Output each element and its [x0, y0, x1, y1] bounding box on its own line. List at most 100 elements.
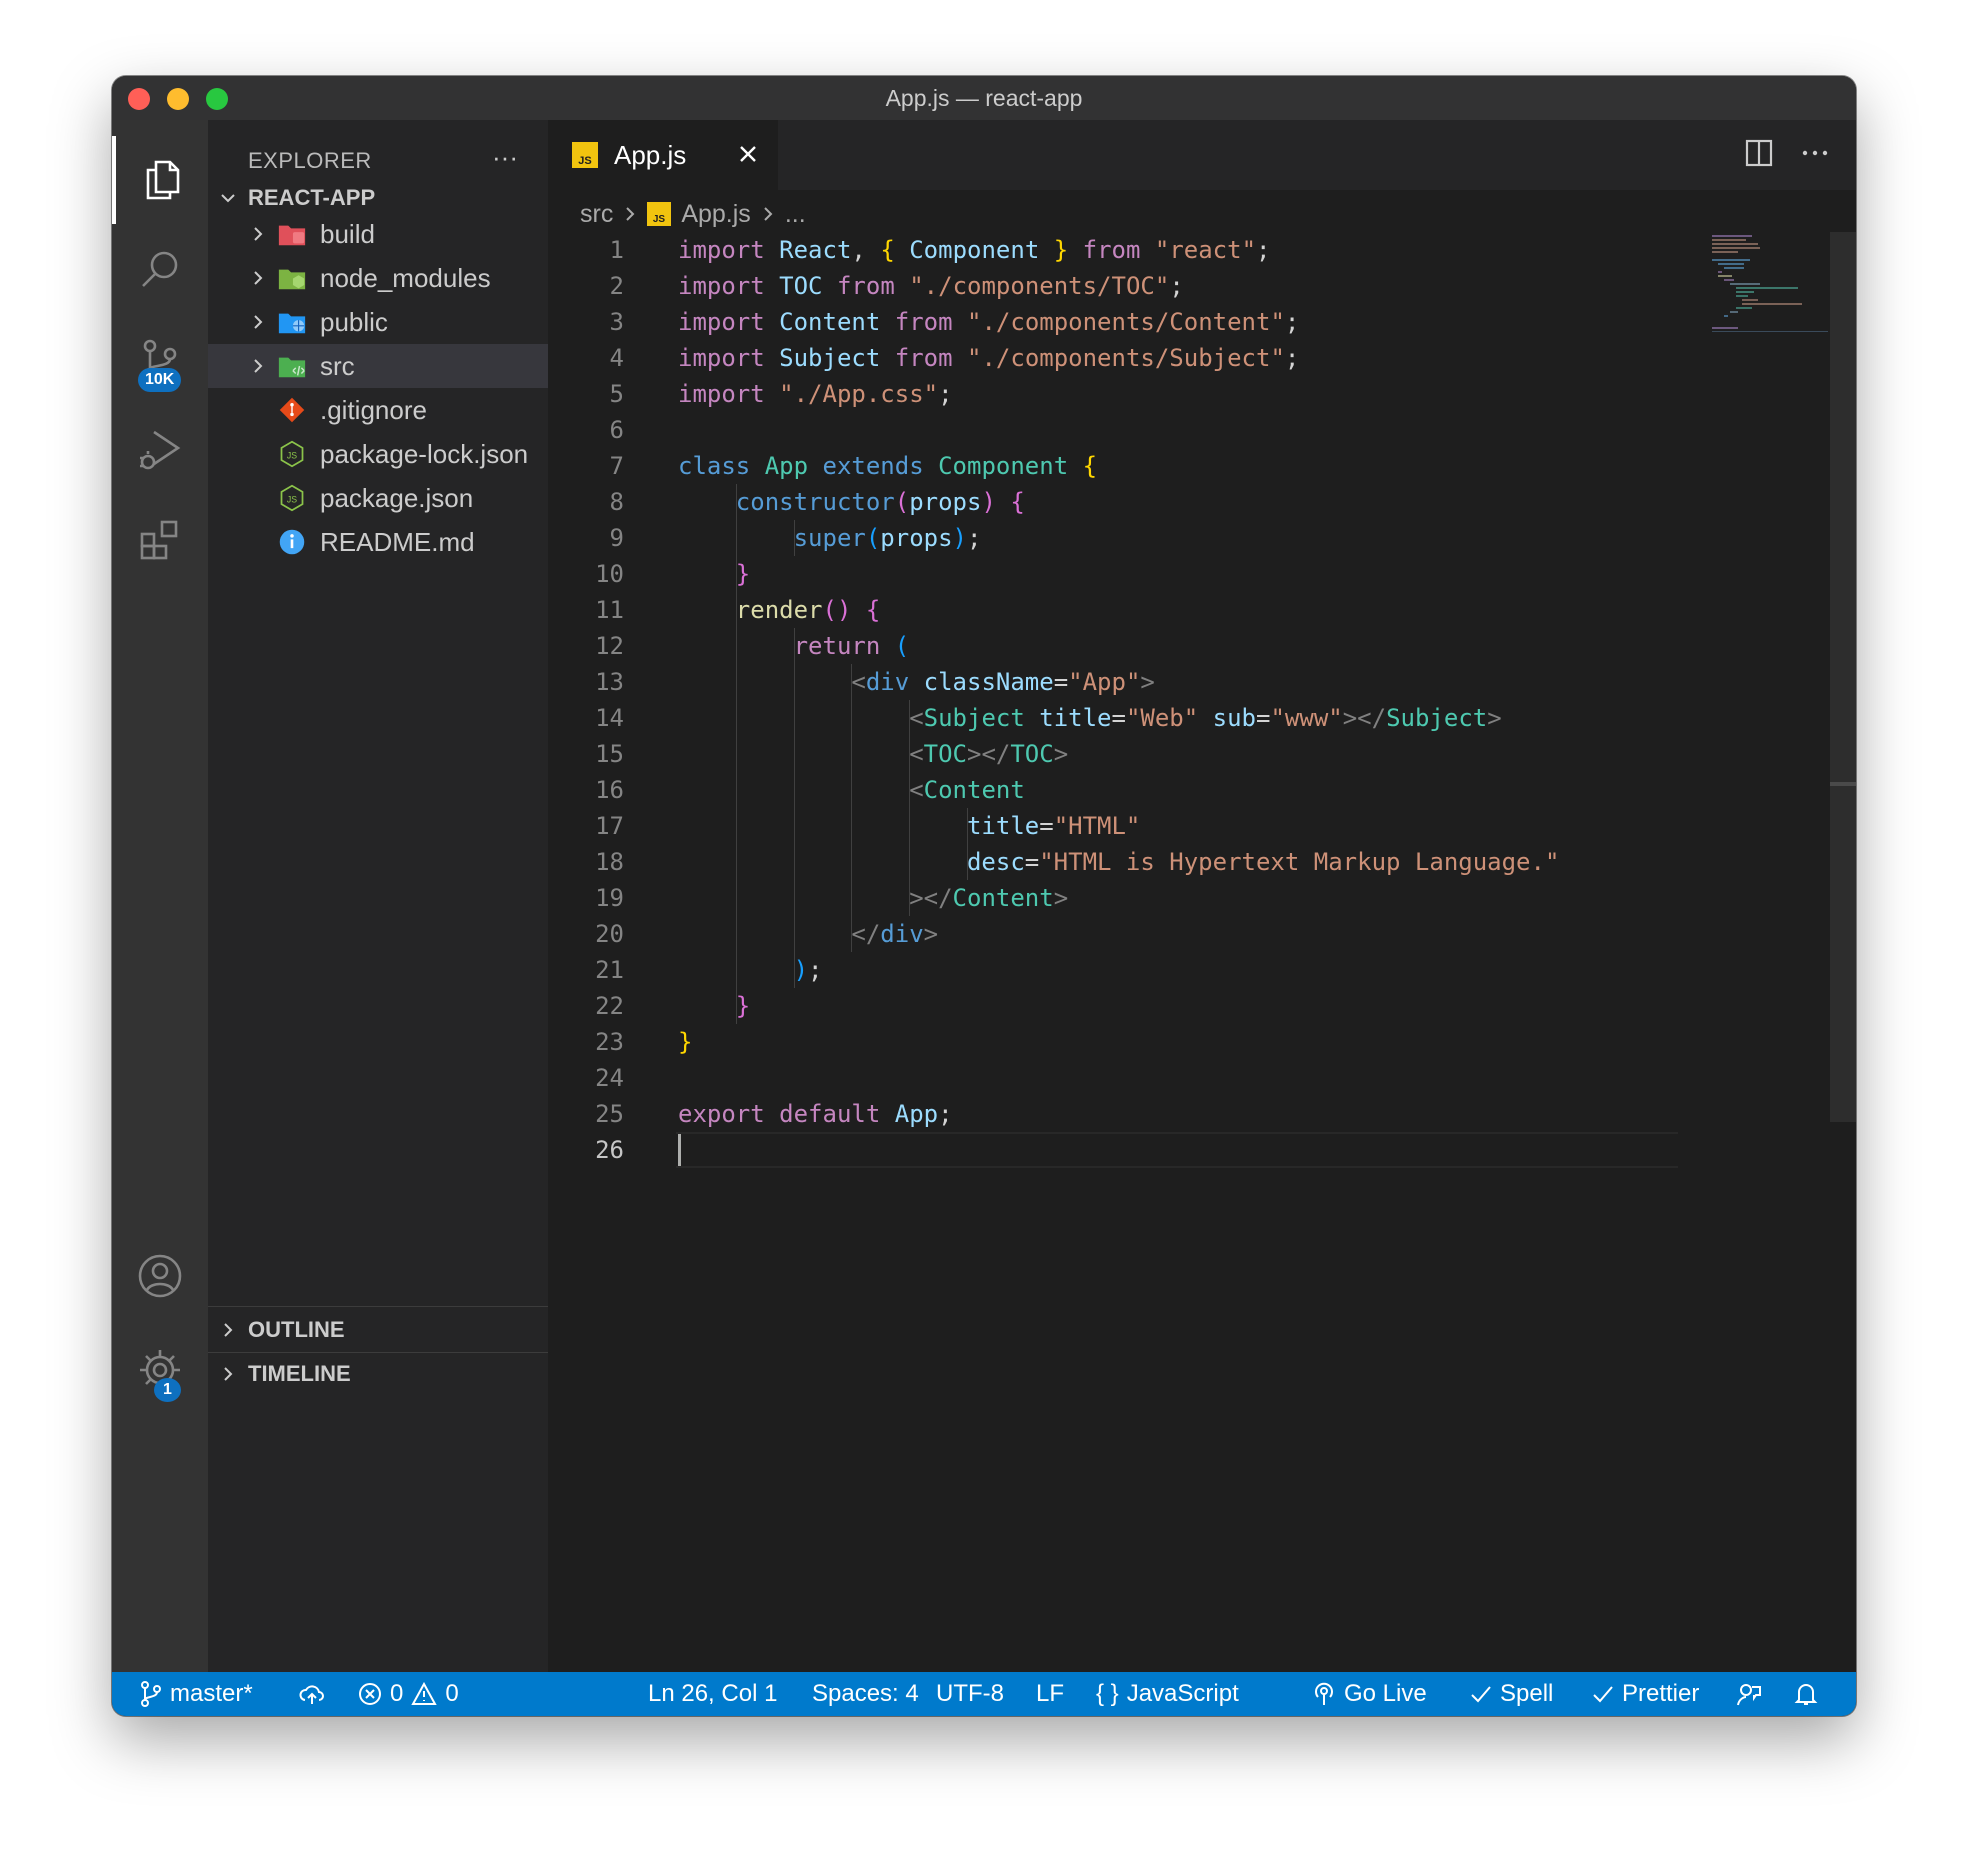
chevron-right-icon [219, 1365, 237, 1383]
line-number: 20 [548, 916, 624, 952]
code-line: import React, { Component } from "react"… [678, 232, 1270, 268]
code-line: export default App; [678, 1096, 953, 1132]
divider [208, 1306, 548, 1307]
accounts-activity-button[interactable] [112, 1232, 208, 1320]
tab-label: App.js [614, 140, 686, 171]
code-line: } [678, 556, 750, 592]
line-number: 18 [548, 844, 624, 880]
files-icon [138, 156, 186, 204]
chevron-right-icon [219, 1321, 237, 1339]
spell-label: Spell [1500, 1680, 1553, 1708]
explorer-more-actions-button[interactable]: ··· [492, 142, 518, 173]
minimap[interactable] [1712, 232, 1828, 332]
code-line: </div> [678, 916, 938, 952]
svg-text:JS: JS [287, 494, 297, 504]
code-line: import Content from "./components/Conten… [678, 304, 1299, 340]
encoding-status[interactable]: UTF-8 [936, 1672, 1004, 1716]
breadcrumb-file[interactable]: App.js [681, 200, 750, 229]
tree-item[interactable]: node_modules [208, 256, 548, 300]
run-debug-activity-button[interactable] [112, 406, 208, 494]
sync-status[interactable] [298, 1672, 326, 1716]
eol-status[interactable]: LF [1036, 1672, 1064, 1716]
minimize-window-button[interactable] [167, 88, 189, 110]
timeline-section[interactable]: TIMELINE [208, 1352, 548, 1396]
go-live-status[interactable]: Go Live [1312, 1672, 1427, 1716]
error-count: 0 [390, 1680, 403, 1708]
line-number: 3 [548, 304, 624, 340]
close-tab-button[interactable] [732, 138, 764, 170]
tree-item-label: README.md [320, 527, 475, 558]
tree-item-label: build [320, 219, 375, 250]
window-controls [128, 88, 228, 110]
line-number: 16 [548, 772, 624, 808]
search-activity-button[interactable] [112, 226, 208, 314]
git-branch-icon [140, 1681, 162, 1707]
tree-item[interactable]: .gitignore [208, 388, 548, 432]
chevron-right-icon [248, 357, 268, 375]
line-number: 21 [548, 952, 624, 988]
code-line: } [678, 1024, 692, 1060]
line-number: 9 [548, 520, 624, 556]
code-line: constructor(props) { [678, 484, 1025, 520]
tree-item[interactable]: JSpackage-lock.json [208, 432, 548, 476]
source-control-activity-button[interactable]: 10K [112, 316, 208, 404]
tree-item[interactable]: public [208, 300, 548, 344]
line-number: 10 [548, 556, 624, 592]
scm-count-badge: 10K [138, 368, 181, 392]
indentation-status[interactable]: Spaces: 4 [812, 1672, 919, 1716]
git-icon [276, 394, 308, 426]
line-number: 15 [548, 736, 624, 772]
zoom-window-button[interactable] [206, 88, 228, 110]
warning-count: 0 [445, 1680, 458, 1708]
tab-bar: JS App.js [548, 120, 1856, 190]
problems-status[interactable]: 0 0 [358, 1672, 459, 1716]
code-line: <Subject title="Web" sub="www"></Subject… [678, 700, 1502, 736]
line-number: 14 [548, 700, 624, 736]
split-editor-icon[interactable] [1744, 138, 1774, 168]
branch-label: master* [170, 1680, 253, 1708]
tree-item[interactable]: src [208, 344, 548, 388]
window-title: App.js — react-app [886, 85, 1083, 112]
javascript-file-icon: JS [572, 142, 598, 168]
warning-icon [411, 1682, 437, 1706]
tree-item[interactable]: README.md [208, 520, 548, 564]
scrollbar-marker [1830, 782, 1856, 786]
feedback-status[interactable] [1736, 1672, 1762, 1716]
language-status[interactable]: { } JavaScript [1096, 1672, 1239, 1716]
manage-activity-button[interactable]: 1 [112, 1326, 208, 1414]
check-icon [1470, 1683, 1492, 1705]
line-number: 7 [548, 448, 624, 484]
tree-item-label: package-lock.json [320, 439, 528, 470]
bell-icon [1794, 1681, 1818, 1707]
line-number: 5 [548, 376, 624, 412]
code-line: <Content [678, 772, 1025, 808]
cursor-position-status[interactable]: Ln 26, Col 1 [648, 1672, 777, 1716]
workspace-root-label: REACT-APP [248, 185, 375, 211]
explorer-activity-button[interactable] [112, 136, 208, 224]
folder-src-icon [276, 350, 308, 382]
tree-item[interactable]: JSpackage.json [208, 476, 548, 520]
spell-status[interactable]: Spell [1470, 1672, 1553, 1716]
tab-app-js[interactable]: JS App.js [548, 120, 778, 190]
text-cursor [678, 1134, 681, 1166]
breadcrumb-folder[interactable]: src [580, 200, 613, 229]
editor-actions [1744, 138, 1830, 168]
notifications-status[interactable] [1794, 1672, 1818, 1716]
search-icon [136, 246, 184, 294]
code-line: class App extends Component { [678, 448, 1097, 484]
tree-item-label: src [320, 351, 355, 382]
breadcrumb-symbols[interactable]: ... [785, 200, 806, 229]
folder-node-icon [276, 262, 308, 294]
vertical-scrollbar[interactable] [1830, 232, 1856, 1122]
settings-update-badge: 1 [154, 1378, 181, 1402]
explorer-header: EXPLORER [248, 148, 372, 174]
prettier-status[interactable]: Prettier [1592, 1672, 1699, 1716]
more-actions-icon[interactable] [1800, 138, 1830, 168]
extensions-activity-button[interactable] [112, 496, 208, 584]
outline-section[interactable]: OUTLINE [208, 1308, 548, 1352]
line-number: 17 [548, 808, 624, 844]
close-window-button[interactable] [128, 88, 150, 110]
tree-item[interactable]: build [208, 212, 548, 256]
error-icon [358, 1682, 382, 1706]
branch-status[interactable]: master* [140, 1672, 253, 1716]
